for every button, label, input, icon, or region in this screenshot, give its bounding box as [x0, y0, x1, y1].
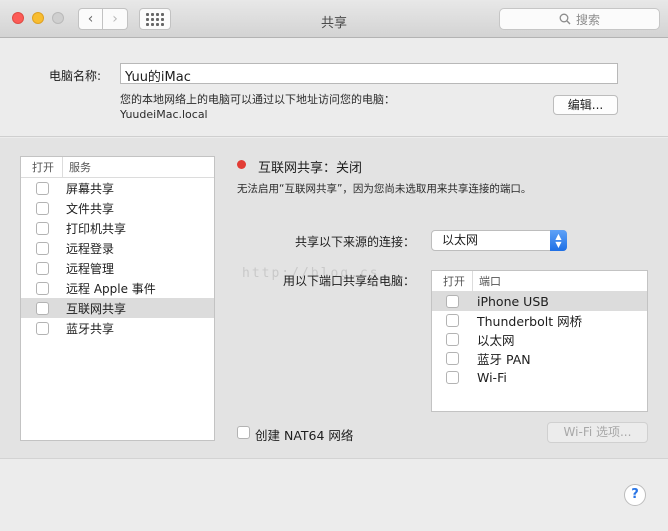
nat64-checkbox[interactable] [237, 426, 250, 439]
share-to-label: 用以下端口共享给电脑： [283, 274, 416, 288]
search-icon [559, 13, 571, 25]
port-checkbox[interactable] [446, 295, 459, 308]
port-row-iphone-usb[interactable]: iPhone USB [432, 292, 647, 311]
service-label: 互联网共享 [66, 301, 127, 316]
nat64-label: 创建 NAT64 网络 [255, 428, 354, 443]
help-button[interactable]: ? [624, 484, 646, 506]
share-from-value: 以太网 [442, 233, 479, 247]
status-indicator-icon [237, 160, 246, 169]
service-checkbox[interactable] [36, 181, 49, 195]
ports-list-header: 打开 端口 [432, 271, 647, 292]
footer [0, 458, 668, 531]
service-checkbox[interactable] [36, 281, 49, 295]
service-checkbox[interactable] [36, 321, 49, 335]
column-service: 服务 [69, 161, 91, 174]
address-info: 您的本地网络上的电脑可以通过以下地址访问您的电脑： YuudeiMac.loca… [120, 92, 395, 122]
service-checkbox[interactable] [36, 201, 49, 215]
service-label: 远程管理 [66, 261, 115, 276]
port-checkbox[interactable] [446, 352, 459, 365]
service-label: 屏幕共享 [66, 181, 115, 196]
column-port: 端口 [479, 275, 501, 288]
port-row-thunderbolt-bridge[interactable]: Thunderbolt 网桥 [432, 311, 647, 330]
service-row-internet-sharing[interactable]: 互联网共享 [21, 298, 214, 318]
computer-name-label: 电脑名称: [49, 69, 102, 83]
local-address: YuudeiMac.local [120, 108, 208, 121]
column-on: 打开 [432, 271, 473, 291]
port-label: iPhone USB [477, 294, 549, 309]
port-checkbox[interactable] [446, 371, 459, 384]
address-description: 您的本地网络上的电脑可以通过以下地址访问您的电脑： [120, 93, 395, 106]
service-checkbox[interactable] [36, 261, 49, 275]
edit-button[interactable]: 编辑... [553, 95, 618, 115]
port-row-wifi[interactable]: Wi-Fi [432, 368, 647, 387]
service-row-screen-sharing[interactable]: 屏幕共享 [21, 178, 214, 198]
port-label: 蓝牙 PAN [477, 352, 531, 367]
column-on: 打开 [21, 157, 63, 177]
service-checkbox[interactable] [36, 241, 49, 255]
service-label: 蓝牙共享 [66, 321, 115, 336]
service-label: 打印机共享 [66, 221, 127, 236]
search-placeholder: 搜索 [575, 12, 600, 27]
port-row-ethernet[interactable]: 以太网 [432, 330, 647, 349]
port-label: Wi-Fi [477, 370, 507, 385]
service-row-printer-sharing[interactable]: 打印机共享 [21, 218, 214, 238]
service-checkbox[interactable] [36, 221, 49, 235]
port-label: 以太网 [477, 333, 515, 348]
computer-name-section [0, 39, 668, 137]
service-row-remote-management[interactable]: 远程管理 [21, 258, 214, 278]
service-label: 远程登录 [66, 241, 115, 256]
search-field[interactable]: 搜索 [499, 8, 660, 30]
ports-list: 打开 端口 iPhone USB Thunderbolt 网桥 以太网 蓝牙 P… [431, 270, 648, 412]
share-from-select[interactable]: 以太网 ▲ ▼ [431, 230, 567, 251]
service-checkbox[interactable] [36, 301, 49, 315]
service-row-remote-login[interactable]: 远程登录 [21, 238, 214, 258]
status-title: 互联网共享：关闭 [258, 161, 363, 176]
computer-name-input[interactable]: Yuu的iMac [120, 63, 618, 85]
service-label: 远程 Apple 事件 [66, 281, 156, 296]
status-description: 无法启用“互联网共享”，因为您尚未选取用来共享连接的端口。 [237, 183, 532, 195]
title-bar: ‹ › 共享 搜索 [0, 0, 668, 38]
port-checkbox[interactable] [446, 314, 459, 327]
port-checkbox[interactable] [446, 333, 459, 346]
service-row-remote-apple-events[interactable]: 远程 Apple 事件 [21, 278, 214, 298]
share-from-label: 共享以下来源的连接： [295, 235, 416, 249]
service-label: 文件共享 [66, 201, 115, 216]
port-row-bluetooth-pan[interactable]: 蓝牙 PAN [432, 349, 647, 368]
services-list: 打开 服务 屏幕共享 文件共享 打印机共享 远程登录 远程管理 远程 Apple… [20, 156, 215, 441]
port-label: Thunderbolt 网桥 [477, 314, 583, 329]
wifi-options-button[interactable]: Wi-Fi 选项... [547, 422, 648, 443]
service-row-bluetooth-sharing[interactable]: 蓝牙共享 [21, 318, 214, 338]
service-row-file-sharing[interactable]: 文件共享 [21, 198, 214, 218]
services-list-header: 打开 服务 [21, 157, 214, 178]
up-down-arrows-icon: ▲ ▼ [550, 230, 567, 251]
